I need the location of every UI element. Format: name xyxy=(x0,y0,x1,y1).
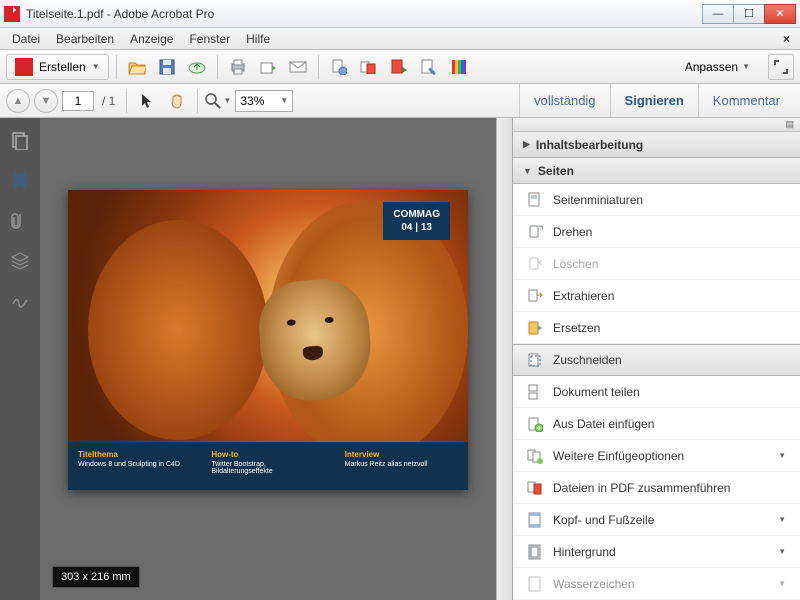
tools-panel: ▤ ▶ Inhaltsbearbeitung ▼ Seiten Seitenmi… xyxy=(512,118,800,600)
panel-item-weitere-einfuegeoptionen[interactable]: Weitere Einfügeoptionen▼ xyxy=(513,440,800,472)
acrobat-icon xyxy=(4,6,20,22)
tab-vollstaendig[interactable]: vollständig xyxy=(519,84,609,117)
panel-item-zuschneiden[interactable]: Zuschneiden xyxy=(513,344,800,376)
layers-icon[interactable] xyxy=(11,252,29,270)
maximize-button[interactable]: ☐ xyxy=(733,4,765,24)
chevron-down-icon: ▼ xyxy=(742,62,750,71)
badge-title: COMMAG xyxy=(393,208,440,221)
create-label: Erstellen xyxy=(39,60,86,74)
pdf-page: COMMAG 04 | 13 TitelthemaWindows 8 und S… xyxy=(68,190,468,490)
triangle-right-icon: ▶ xyxy=(523,139,530,150)
signature-icon[interactable] xyxy=(11,292,29,310)
chevron-down-icon: ▼ xyxy=(778,515,786,524)
color-button[interactable] xyxy=(446,54,472,80)
pages-icon[interactable] xyxy=(11,132,29,150)
export-button[interactable] xyxy=(326,54,352,80)
page-number-input[interactable] xyxy=(62,91,94,111)
page-down-button[interactable]: ▼ xyxy=(34,89,58,113)
page-up-button[interactable]: ▲ xyxy=(6,89,30,113)
chevron-down-icon: ▼ xyxy=(280,96,288,105)
panel-item-hintergrund[interactable]: Hintergrund▼ xyxy=(513,536,800,568)
panel-item-loeschen: Löschen xyxy=(513,248,800,280)
panel-section-inhaltsbearbeitung[interactable]: ▶ Inhaltsbearbeitung xyxy=(513,132,800,158)
badge-issue: 04 | 13 xyxy=(393,221,440,234)
hand-tool[interactable] xyxy=(164,88,190,114)
tab-signieren[interactable]: Signieren xyxy=(610,84,698,117)
create-button[interactable]: Erstellen ▼ xyxy=(6,54,109,80)
chevron-down-icon: ▼ xyxy=(92,62,100,71)
panel-item-wasserzeichen[interactable]: Wasserzeichen▼ xyxy=(513,568,800,600)
customize-button[interactable]: Anpassen ▼ xyxy=(679,57,756,77)
document-close-button[interactable]: × xyxy=(777,32,796,46)
panel-item-ersetzen[interactable]: Ersetzen xyxy=(513,312,800,344)
panel-item-extrahieren[interactable]: Extrahieren xyxy=(513,280,800,312)
close-button[interactable]: ✕ xyxy=(764,4,796,24)
panel-item-dateien-zusammenfuehren[interactable]: Dateien in PDF zusammenführen xyxy=(513,472,800,504)
magazine-footer: TitelthemaWindows 8 und Sculpting in C4D… xyxy=(68,442,468,490)
nav-toolbar: ▲ ▼ / 1 ▼ 33% ▼ vollständig Signieren Ko… xyxy=(0,84,800,118)
main-toolbar: Erstellen ▼ Anpassen ▼ xyxy=(0,50,800,84)
menu-anzeige[interactable]: Anzeige xyxy=(122,30,181,48)
menu-hilfe[interactable]: Hilfe xyxy=(238,30,278,48)
page-total-label: / 1 xyxy=(98,94,119,108)
window-title: Titelseite.1.pdf - Adobe Acrobat Pro xyxy=(26,7,703,21)
chevron-down-icon: ▼ xyxy=(778,579,786,588)
main-area: COMMAG 04 | 13 TitelthemaWindows 8 und S… xyxy=(0,118,800,600)
pdf-icon xyxy=(15,58,33,76)
panel-item-drehen[interactable]: Drehen xyxy=(513,216,800,248)
select-tool[interactable] xyxy=(134,88,160,114)
left-nav-rail xyxy=(0,118,40,600)
chevron-down-icon: ▼ xyxy=(778,451,786,460)
convert-button[interactable] xyxy=(386,54,412,80)
panel-section-seiten[interactable]: ▼ Seiten xyxy=(513,158,800,184)
panel-item-dokument-teilen[interactable]: Dokument teilen xyxy=(513,376,800,408)
magazine-badge: COMMAG 04 | 13 xyxy=(383,202,450,240)
menu-datei[interactable]: Datei xyxy=(4,30,48,48)
panel-item-kopf-fusszeile[interactable]: Kopf- und Fußzeile▼ xyxy=(513,504,800,536)
save-button[interactable] xyxy=(154,54,180,80)
zoom-value: 33% xyxy=(240,94,264,108)
minimize-button[interactable]: — xyxy=(702,4,734,24)
open-button[interactable] xyxy=(124,54,150,80)
edit-button[interactable] xyxy=(416,54,442,80)
fullscreen-button[interactable] xyxy=(768,54,794,80)
zoom-select[interactable]: 33% ▼ xyxy=(235,90,293,112)
vertical-scrollbar[interactable] xyxy=(496,118,512,600)
document-viewport[interactable]: COMMAG 04 | 13 TitelthemaWindows 8 und S… xyxy=(40,118,496,600)
bookmark-icon[interactable] xyxy=(11,172,29,190)
menu-fenster[interactable]: Fenster xyxy=(181,30,238,48)
attachment-icon[interactable] xyxy=(11,212,29,230)
combine-button[interactable] xyxy=(356,54,382,80)
customize-label: Anpassen xyxy=(685,60,738,74)
chevron-down-icon: ▼ xyxy=(778,547,786,556)
panel-item-aus-datei-einfuegen[interactable]: Aus Datei einfügen xyxy=(513,408,800,440)
print-button[interactable] xyxy=(225,54,251,80)
triangle-down-icon: ▼ xyxy=(523,166,532,176)
cloud-button[interactable] xyxy=(184,54,210,80)
window-titlebar: Titelseite.1.pdf - Adobe Acrobat Pro — ☐… xyxy=(0,0,800,28)
email-button[interactable] xyxy=(285,54,311,80)
share-button[interactable] xyxy=(255,54,281,80)
panel-menu-icon[interactable]: ▤ xyxy=(513,118,800,132)
zoom-tool[interactable]: ▼ xyxy=(205,88,231,114)
page-dimensions-tooltip: 303 x 216 mm xyxy=(52,566,140,588)
menu-bar: Datei Bearbeiten Anzeige Fenster Hilfe × xyxy=(0,28,800,50)
menu-bearbeiten[interactable]: Bearbeiten xyxy=(48,30,122,48)
panel-item-seitenminiaturen[interactable]: Seitenminiaturen xyxy=(513,184,800,216)
tab-kommentar[interactable]: Kommentar xyxy=(698,84,794,117)
